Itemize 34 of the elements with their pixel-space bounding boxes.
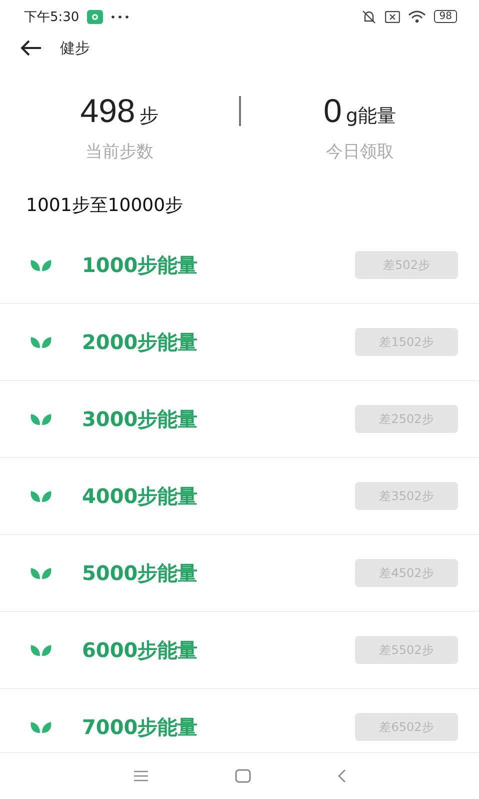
leaf-icon (30, 258, 52, 272)
leaf-icon (30, 412, 52, 426)
app-icon (87, 10, 104, 24)
back-icon[interactable] (336, 769, 346, 783)
section-title: 1001步至10000步 (26, 194, 184, 217)
stat-unit: g能量 (346, 104, 396, 128)
leaf-icon (30, 335, 52, 349)
reward-title: 5000步能量 (82, 560, 199, 586)
reward-title: 6000步能量 (82, 636, 199, 664)
reward-title: 3000步能量 (82, 406, 199, 432)
stat-value: 0 (324, 92, 342, 130)
leaf-icon (30, 643, 52, 657)
menu-icon[interactable] (132, 770, 148, 782)
status-time: 下午5:30 (24, 8, 80, 26)
stat-unit: 步 (139, 104, 158, 128)
page-title: 健步 (60, 38, 90, 58)
battery-level: 98 (434, 10, 457, 23)
more-icon (111, 14, 130, 18)
stat-label: 今日领取 (326, 140, 394, 162)
home-icon[interactable] (234, 769, 250, 783)
reward-title: 4000步能量 (82, 482, 199, 510)
leaf-icon (30, 566, 52, 580)
stat-label: 当前步数 (85, 140, 154, 162)
back-arrow-icon (20, 40, 42, 56)
reward-title: 1000步能量 (82, 252, 199, 278)
back-button[interactable] (20, 40, 42, 56)
stat-value: 498 (80, 92, 136, 130)
muted-bell-icon (361, 10, 378, 24)
wifi-icon (408, 10, 426, 23)
no-sim-icon (385, 10, 400, 22)
leaf-icon (30, 720, 52, 734)
reward-title: 7000步能量 (82, 714, 199, 740)
leaf-icon (30, 489, 52, 503)
reward-title: 2000步能量 (82, 328, 199, 356)
